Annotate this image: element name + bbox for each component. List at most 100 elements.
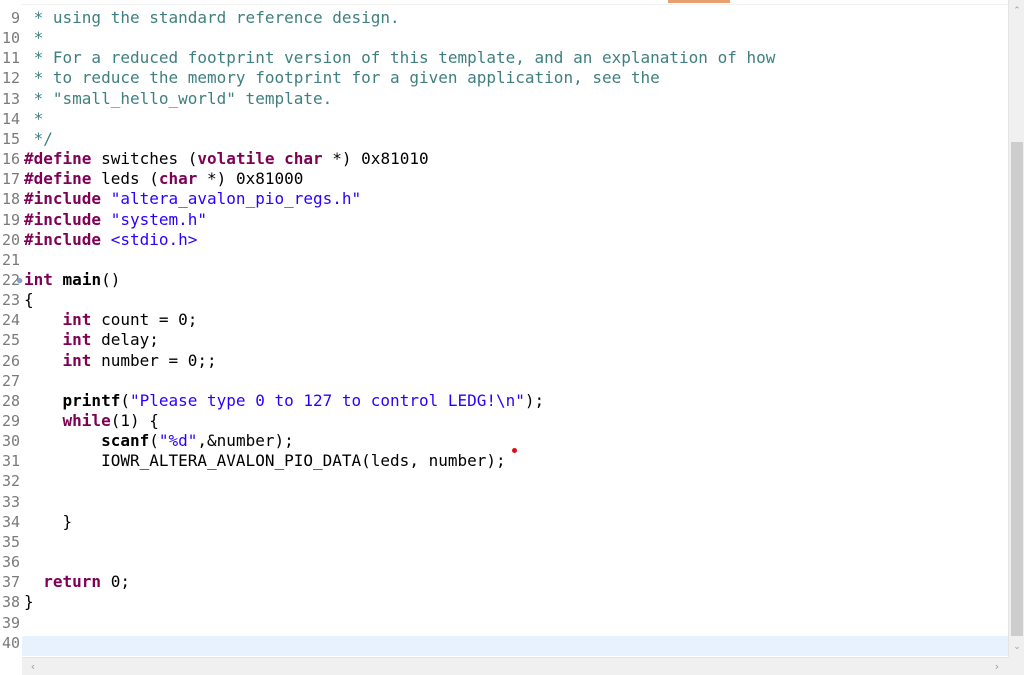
code-token-kw: while	[62, 411, 111, 430]
line-number-text: 15	[1, 130, 20, 148]
code-token-kw: int	[62, 330, 92, 349]
line-number: 14	[0, 109, 20, 129]
code-line[interactable]: }	[24, 592, 34, 612]
code-token-plain: IOWR_ALTERA_AVALON_PIO_DATA(leds, number…	[24, 451, 506, 470]
vertical-scroll-thumb[interactable]	[1011, 142, 1023, 636]
line-number: 39	[0, 613, 20, 633]
code-line[interactable]: printf("Please type 0 to 127 to control …	[24, 391, 545, 411]
code-token-kw: #include	[24, 189, 102, 208]
code-token-kw: #define	[24, 169, 92, 188]
code-token-plain: count = 0;	[91, 310, 198, 329]
code-token-plain: *) 0x81000	[197, 169, 304, 188]
code-token-comment: */	[24, 129, 53, 148]
line-number: 38	[0, 592, 20, 612]
line-number-text: 10	[1, 29, 20, 47]
code-token-kw: char	[158, 169, 198, 188]
line-number: 25	[0, 330, 20, 350]
vertical-scrollbar[interactable]: ⌃ ⌄	[1008, 0, 1024, 657]
line-number: 18	[0, 189, 20, 209]
line-number-text: 33	[1, 493, 20, 511]
code-line[interactable]: *	[24, 109, 44, 129]
code-token-kw: #include	[24, 230, 102, 249]
line-number-text: 12	[1, 69, 20, 87]
line-number: 33	[0, 492, 20, 512]
code-token-comment: * "small_hello_world" template.	[24, 89, 333, 108]
code-line[interactable]: * to reduce the memory footprint for a g…	[24, 68, 660, 88]
code-line[interactable]: int count = 0;	[24, 310, 198, 330]
code-line[interactable]: #define switches (volatile char *) 0x810…	[24, 149, 429, 169]
chevron-left-icon[interactable]: ‹	[26, 660, 40, 674]
code-line[interactable]: int delay;	[24, 330, 159, 350]
code-token-comment: * to reduce the memory footprint for a g…	[24, 68, 660, 87]
overview-ruler-top	[0, 0, 1008, 5]
code-token-fn: printf	[62, 391, 121, 410]
code-line[interactable]: #define leds (char *) 0x81000	[24, 169, 303, 189]
code-line[interactable]: #include "system.h"	[24, 210, 207, 230]
line-number: 32	[0, 471, 20, 491]
code-token-plain: number = 0;;	[91, 351, 217, 370]
code-line[interactable]: IOWR_ALTERA_AVALON_PIO_DATA(leds, number…	[24, 451, 506, 471]
code-line[interactable]: */	[24, 129, 53, 149]
code-token-str: "system.h"	[110, 210, 208, 229]
code-token-fn: scanf	[101, 431, 150, 450]
line-number-text: 21	[1, 251, 20, 269]
code-line[interactable]: {	[24, 290, 34, 310]
line-number: 24	[0, 310, 20, 330]
code-token-comment: * For a reduced footprint version of thi…	[24, 48, 776, 67]
code-token-kw: int	[24, 270, 53, 289]
line-number: 21	[0, 250, 20, 270]
code-token-kw: volatile char	[197, 149, 323, 168]
code-line[interactable]: * using the standard reference design.	[24, 8, 400, 28]
code-token-kw: return	[43, 572, 102, 591]
code-line[interactable]: #include <stdio.h>	[24, 230, 197, 250]
code-token-kw: #include	[24, 210, 102, 229]
code-token-plain: 0;	[101, 572, 130, 591]
cursor-marker-icon	[512, 448, 517, 453]
line-number-text: 39	[1, 614, 20, 632]
code-token-fn: main	[62, 270, 102, 289]
chevron-up-icon[interactable]: ⌃	[1009, 4, 1024, 18]
code-token-plain: }	[24, 592, 34, 611]
line-number: 34	[0, 512, 20, 532]
line-number: 28	[0, 391, 20, 411]
line-number: 30	[0, 431, 20, 451]
code-editor[interactable]: 9 10 11 12 13 14 15 16 17 18 19 20 21 22 23 24 25 26 27 28 2…	[0, 0, 1024, 675]
chevron-right-icon[interactable]: ›	[990, 660, 1004, 674]
code-line[interactable]: * For a reduced footprint version of thi…	[24, 48, 776, 68]
line-number-text: 17	[1, 170, 20, 188]
code-line[interactable]: #include "altera_avalon_pio_regs.h"	[24, 189, 361, 209]
line-number: 36	[0, 552, 20, 572]
code-line[interactable]: int main()	[24, 270, 120, 290]
code-token-comment: *	[24, 109, 44, 128]
code-line[interactable]: }	[24, 512, 73, 532]
chevron-down-icon[interactable]: ⌄	[1009, 640, 1024, 654]
fold-marker-icon[interactable]: ●	[17, 277, 23, 286]
code-line[interactable]: *	[24, 28, 44, 48]
code-line[interactable]: return 0;	[24, 572, 130, 592]
line-number: 12	[0, 68, 20, 88]
line-number-text: 14	[1, 110, 20, 128]
code-token-plain: (	[149, 431, 159, 450]
code-line[interactable]: while(1) {	[24, 411, 159, 431]
line-number-text: 40	[1, 634, 20, 652]
horizontal-scrollbar[interactable]: ‹ ›	[22, 657, 1008, 675]
line-number: 23	[0, 290, 20, 310]
line-number: 16	[0, 149, 20, 169]
code-token-str: "%d"	[158, 431, 198, 450]
line-number-text: 24	[1, 311, 20, 329]
line-number-text: 19	[1, 211, 20, 229]
line-number: 31	[0, 451, 20, 471]
line-number-text: 36	[1, 553, 20, 571]
code-line[interactable]: scanf("%d",&number);	[24, 431, 294, 451]
code-line[interactable]: int number = 0;;	[24, 351, 217, 371]
line-number-gutter: 9 10 11 12 13 14 15 16 17 18 19 20 21 22 23 24 25 26 27 28 2…	[0, 0, 22, 657]
code-line[interactable]: * "small_hello_world" template.	[24, 89, 333, 109]
line-number-text: 13	[1, 90, 20, 108]
